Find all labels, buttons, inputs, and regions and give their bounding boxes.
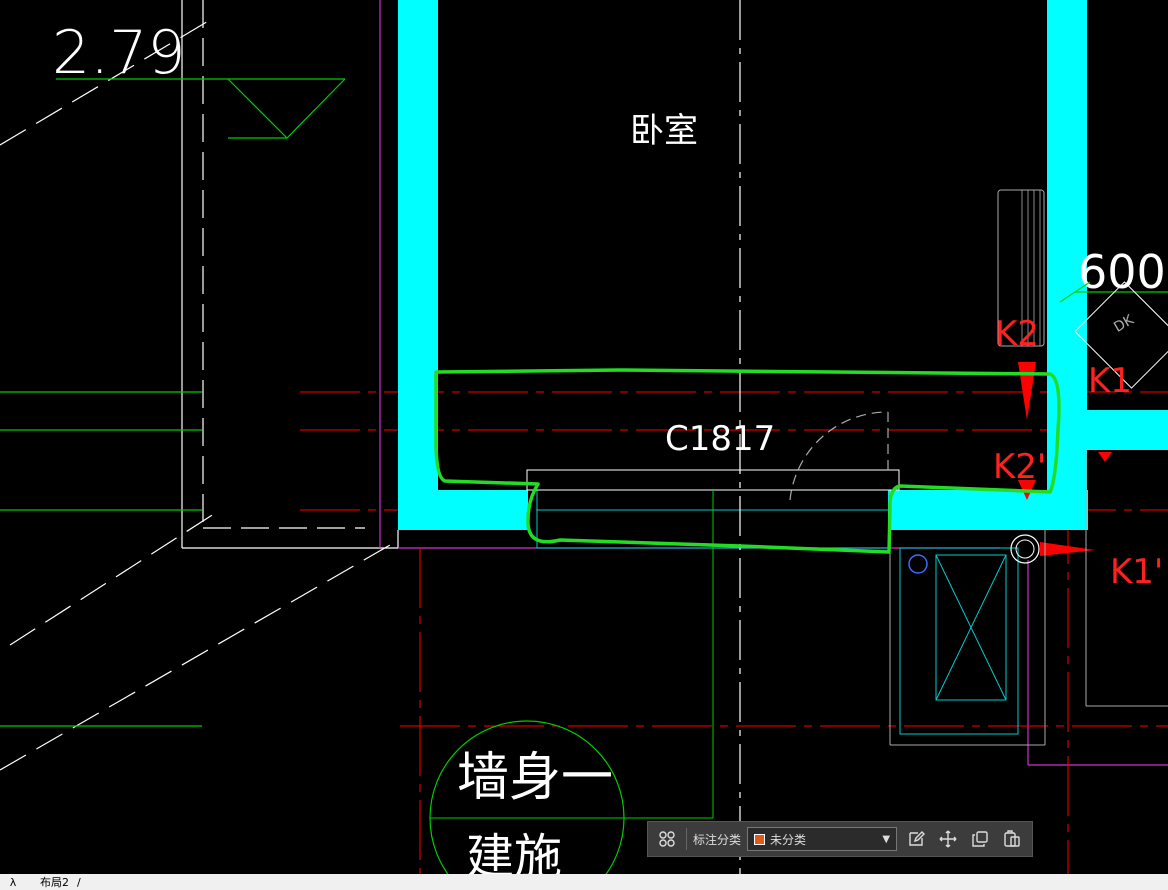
grid-bubble-small xyxy=(1010,534,1040,564)
layout-tab-bar: λ 布局2 / xyxy=(0,874,1168,890)
copy-icon[interactable] xyxy=(967,826,993,852)
category-value: 未分类 xyxy=(770,832,807,847)
annotation-toolbar: 标注分类 未分类 ▼ xyxy=(647,821,1033,857)
chevron-down-icon: ▼ xyxy=(882,833,891,845)
tab-layout2[interactable]: 布局2 xyxy=(26,874,73,890)
group-icon[interactable] xyxy=(654,826,680,852)
k2-label: K2 xyxy=(995,314,1039,354)
window-frame xyxy=(526,469,900,491)
tab-nav-button[interactable]: λ xyxy=(0,874,26,890)
dk-text: DK xyxy=(1111,312,1137,336)
door-swing-arc xyxy=(789,411,889,501)
dimension-text: 600 xyxy=(1078,245,1166,299)
elevation-text: 2.79 xyxy=(52,18,186,88)
tab-separator: / xyxy=(77,875,81,889)
diagonal-hatch-lines xyxy=(0,19,391,771)
toolbar-separator xyxy=(686,828,687,850)
move-icon[interactable] xyxy=(935,826,961,852)
window-code-text: C1817 xyxy=(665,419,775,459)
category-color-swatch xyxy=(754,833,766,845)
k1-label: K1 xyxy=(1088,361,1132,401)
room-name-text: 卧室 xyxy=(630,111,698,151)
category-label: 标注分类 xyxy=(693,832,742,847)
walls xyxy=(398,0,1168,530)
left-column-outline xyxy=(181,0,399,549)
blue-circle xyxy=(908,554,928,574)
k1-prime-label: K1' xyxy=(1110,552,1163,592)
bubble-text-top: 墙身一 xyxy=(457,748,613,808)
cad-drawing-canvas[interactable]: 2.79 卧室 C1817 600 DK K2 K2' K1 K1' 墙身一 建… xyxy=(0,0,1168,874)
green-lines-left xyxy=(0,391,202,727)
bubble-text-bottom: 建施 xyxy=(466,829,562,874)
category-select[interactable]: 未分类 ▼ xyxy=(747,827,898,851)
paste-icon[interactable] xyxy=(999,826,1025,852)
edit-icon[interactable] xyxy=(903,826,929,852)
